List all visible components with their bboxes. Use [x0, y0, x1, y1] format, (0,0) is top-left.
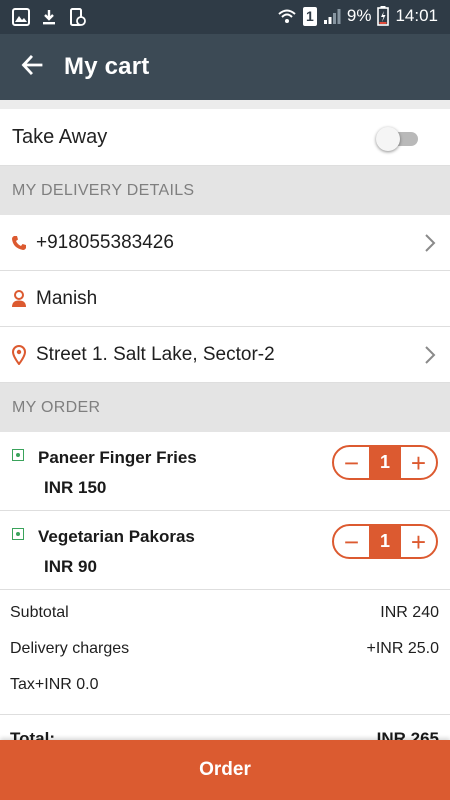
person-icon: [0, 289, 36, 308]
item-name: Vegetarian Pakoras: [38, 527, 195, 546]
take-away-toggle[interactable]: [376, 127, 418, 151]
quantity-value: 1: [369, 447, 401, 478]
take-away-label: Take Away: [12, 125, 108, 148]
page-title: My cart: [64, 53, 150, 80]
location-pin-icon: [0, 344, 36, 365]
cart-content[interactable]: Take Away MY DELIVERY DETAILS +918055383…: [0, 100, 450, 740]
delivery-charges-label: Delivery charges: [10, 640, 130, 657]
take-away-row: Take Away: [0, 109, 450, 166]
subtotal-label: Subtotal: [10, 604, 69, 621]
increase-quantity-button[interactable]: +: [401, 526, 436, 557]
total-label: Total:: [10, 729, 56, 740]
toggle-thumb: [376, 127, 400, 151]
total-value: INR 265: [376, 729, 439, 740]
item-name: Paneer Finger Fries: [38, 448, 197, 467]
item-price: INR 90: [44, 557, 97, 576]
top-spacer: [0, 100, 450, 109]
decrease-quantity-button[interactable]: −: [334, 447, 369, 478]
veg-indicator-icon: [12, 528, 24, 540]
delivery-charges-row: Delivery charges +INR 25.0: [0, 630, 450, 666]
price-summary: Subtotal INR 240 Delivery charges +INR 2…: [0, 590, 450, 740]
wifi-icon: [277, 7, 297, 25]
app-bar: My cart: [0, 34, 450, 100]
gallery-icon: [12, 8, 30, 26]
my-order-header: MY ORDER: [0, 383, 450, 432]
quantity-stepper: − 1 +: [332, 445, 438, 480]
phone-icon: [0, 235, 36, 251]
customer-name: Manish: [36, 287, 98, 309]
sim-slot-badge: 1: [302, 6, 317, 26]
arrow-left-icon: [20, 53, 44, 82]
increase-quantity-button[interactable]: +: [401, 447, 436, 478]
delivery-details-header: MY DELIVERY DETAILS: [0, 166, 450, 215]
address-row[interactable]: Street 1. Salt Lake, Sector-2: [0, 327, 450, 383]
back-button[interactable]: [0, 34, 64, 100]
status-time: 14:01: [395, 6, 438, 25]
name-row[interactable]: Manish: [0, 271, 450, 327]
order-item: Paneer Finger Fries INR 150 − 1 +: [0, 432, 450, 511]
quantity-stepper: − 1 +: [332, 524, 438, 559]
decrease-quantity-button[interactable]: −: [334, 526, 369, 557]
phone-row[interactable]: +918055383426: [0, 215, 450, 271]
battery-percent: 9%: [346, 6, 372, 25]
item-price: INR 150: [44, 478, 107, 497]
total-row: Total: INR 265: [0, 715, 450, 740]
tax-row: Tax+INR 0.0: [0, 666, 450, 702]
status-bar: 1 9% 14:01: [0, 0, 450, 34]
order-item: Vegetarian Pakoras INR 90 − 1 +: [0, 511, 450, 590]
subtotal-row: Subtotal INR 240: [0, 594, 450, 630]
subtotal-value: INR 240: [380, 604, 439, 621]
veg-indicator-icon: [12, 449, 24, 461]
phone-number: +918055383426: [36, 231, 174, 253]
delivery-charges-value: +INR 25.0: [366, 640, 439, 657]
delivery-address: Street 1. Salt Lake, Sector-2: [36, 343, 275, 365]
quantity-value: 1: [369, 526, 401, 557]
tax-label: Tax+INR 0.0: [10, 676, 99, 693]
cart-screen: 1 9% 14:01 My cart Take Away MY DELIVERY…: [0, 0, 450, 800]
download-icon: [40, 8, 58, 26]
phone-settings-icon: [68, 8, 86, 26]
chevron-right-icon: [424, 233, 436, 258]
battery-icon: [377, 6, 390, 26]
signal-icon: [323, 7, 341, 25]
chevron-right-icon: [424, 345, 436, 370]
order-button[interactable]: Order: [0, 740, 450, 800]
